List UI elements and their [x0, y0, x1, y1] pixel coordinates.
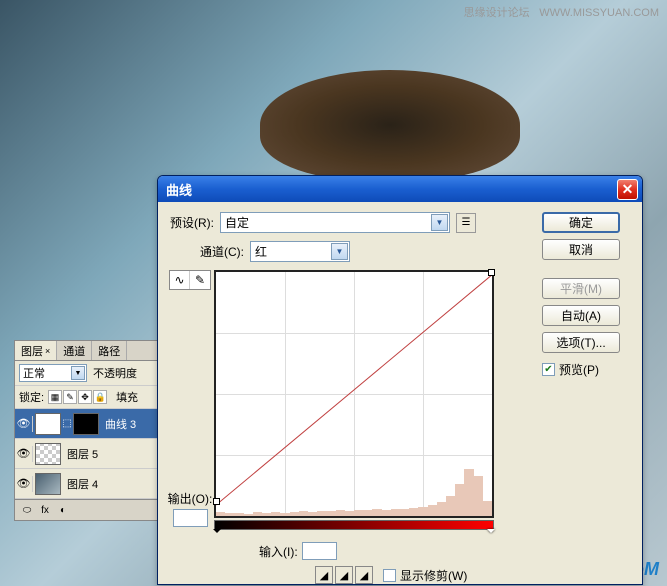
- eyedropper-black-icon[interactable]: ◢: [315, 566, 333, 584]
- preset-select[interactable]: 自定 ▼: [220, 212, 450, 233]
- layer-thumb[interactable]: [35, 443, 61, 465]
- curves-dialog: 曲线 ✕ 预设(R): 自定 ▼ ☰ 通道(C): 红 ▼: [157, 175, 643, 585]
- lock-position-icon[interactable]: ✥: [78, 390, 92, 404]
- curve-handle[interactable]: [488, 269, 495, 276]
- layers-panel: 图层× 通道 路径 正常 ▼ 不透明度 锁定: ▦ ✎ ✥ 🔒 填充 👁 〰 ⬚…: [14, 340, 158, 521]
- blend-row: 正常 ▼ 不透明度: [15, 361, 157, 386]
- curve-handle[interactable]: [213, 498, 220, 505]
- ok-button[interactable]: 确定: [542, 212, 620, 233]
- input-field[interactable]: [302, 542, 337, 560]
- show-clipping-label: 显示修剪(W): [400, 567, 467, 584]
- layer-name: 图层 5: [67, 446, 98, 462]
- curve-point-tool[interactable]: ∿: [170, 271, 190, 289]
- auto-button[interactable]: 自动(A): [542, 305, 620, 326]
- input-gradient[interactable]: [214, 520, 494, 530]
- layer-item[interactable]: 👁 图层 5: [15, 439, 157, 469]
- output-field[interactable]: [173, 509, 208, 527]
- channel-select[interactable]: 红 ▼: [250, 241, 350, 262]
- lock-row: 锁定: ▦ ✎ ✥ 🔒 填充: [15, 386, 157, 409]
- curve-line: [216, 272, 492, 516]
- eyedropper-white-icon[interactable]: ◢: [355, 566, 373, 584]
- chevron-down-icon: ▼: [331, 243, 348, 260]
- dialog-title: 曲线: [166, 180, 617, 199]
- preset-menu-icon[interactable]: ☰: [456, 213, 476, 233]
- link-layers-icon[interactable]: ⬭: [19, 503, 35, 517]
- watermark-text: 思缘设计论坛: [464, 7, 530, 19]
- options-button[interactable]: 选项(T)...: [542, 332, 620, 353]
- output-label: 输出(O):: [168, 490, 213, 507]
- chevron-down-icon: ▼: [431, 214, 448, 231]
- adjustment-thumb[interactable]: 〰: [35, 413, 61, 435]
- tab-paths[interactable]: 路径: [92, 341, 127, 360]
- layer-name: 曲线 3: [105, 416, 136, 432]
- lock-all-icon[interactable]: 🔒: [93, 390, 107, 404]
- titlebar[interactable]: 曲线 ✕: [158, 176, 642, 202]
- cancel-button[interactable]: 取消: [542, 239, 620, 260]
- opacity-label: 不透明度: [93, 365, 137, 381]
- lock-label: 锁定:: [19, 389, 44, 405]
- chevron-down-icon: ▼: [71, 366, 85, 380]
- white-point-slider[interactable]: [487, 529, 495, 537]
- black-point-slider[interactable]: [213, 529, 221, 537]
- show-clipping-checkbox[interactable]: [383, 569, 396, 582]
- blend-mode-select[interactable]: 正常 ▼: [19, 364, 87, 382]
- visibility-icon[interactable]: 👁: [17, 416, 33, 432]
- lock-pixels-icon[interactable]: ✎: [63, 390, 77, 404]
- input-label: 输入(I):: [259, 543, 298, 560]
- layer-thumb[interactable]: [35, 473, 61, 495]
- panel-tabs: 图层× 通道 路径: [15, 341, 157, 361]
- eyedropper-gray-icon[interactable]: ◢: [335, 566, 353, 584]
- preset-label: 预设(R):: [170, 214, 214, 231]
- visibility-icon[interactable]: 👁: [17, 446, 33, 462]
- mask-icon[interactable]: ◐: [55, 503, 71, 517]
- panel-footer: ⬭ fx ◐: [15, 499, 157, 520]
- tab-channels[interactable]: 通道: [57, 341, 92, 360]
- channel-label: 通道(C):: [200, 243, 244, 260]
- tab-layers[interactable]: 图层×: [15, 341, 57, 360]
- layer-item[interactable]: 👁 〰 ⬚ 曲线 3: [15, 409, 157, 439]
- watermark-top: 思缘设计论坛 WWW.MISSYUAN.COM: [458, 4, 659, 20]
- mask-thumb[interactable]: [73, 413, 99, 435]
- preview-label: 预览(P): [559, 361, 599, 378]
- layer-list: 👁 〰 ⬚ 曲线 3 👁 图层 5 👁 图层 4: [15, 409, 157, 499]
- watermark-url: WWW.MISSYUAN.COM: [539, 7, 659, 19]
- layer-name: 图层 4: [67, 476, 98, 492]
- curve-pencil-tool[interactable]: ✎: [190, 271, 210, 289]
- lock-transparent-icon[interactable]: ▦: [48, 390, 62, 404]
- fill-label: 填充: [116, 389, 138, 405]
- curves-graph[interactable]: [214, 270, 494, 518]
- visibility-icon[interactable]: 👁: [17, 476, 33, 492]
- smooth-button[interactable]: 平滑(M): [542, 278, 620, 299]
- layer-item[interactable]: 👁 图层 4: [15, 469, 157, 499]
- preview-checkbox[interactable]: ✔: [542, 363, 555, 376]
- link-icon: ⬚: [63, 413, 71, 435]
- fx-icon[interactable]: fx: [37, 503, 53, 517]
- close-button[interactable]: ✕: [617, 179, 638, 200]
